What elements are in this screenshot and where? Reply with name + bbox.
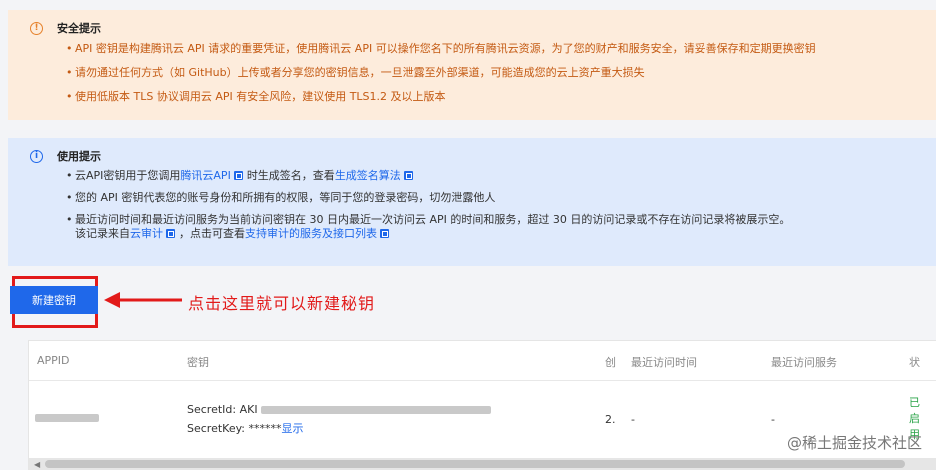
usage-notice-item: 云API密钥用于您调用腾讯云API 时生成签名，查看生成签名算法 <box>66 169 790 183</box>
external-link-icon <box>233 171 243 180</box>
header-created: 创 <box>605 356 616 369</box>
external-link-icon <box>403 171 413 180</box>
horizontal-scrollbar[interactable]: ◀ <box>29 458 936 470</box>
scroll-left-icon[interactable]: ◀ <box>34 460 40 469</box>
exclamation-circle-icon: ! <box>30 21 43 35</box>
usage-notice-item: 您的 API 密钥代表您的账号身份和所拥有的权限，等同于您的登录密码，切勿泄露他… <box>66 191 790 205</box>
security-notice-item: 使用低版本 TLS 协议调用云 API 有安全风险，建议使用 TLS1.2 及以… <box>66 90 816 104</box>
usage-notice-list: 云API密钥用于您调用腾讯云API 时生成签名，查看生成签名算法 您的 API 密… <box>66 169 790 249</box>
header-key: 密钥 <box>187 356 209 369</box>
usage-notice: i 使用提示 云API密钥用于您调用腾讯云API 时生成签名，查看生成签名算法 您… <box>8 138 936 266</box>
watermark: @稀土掘金技术社区 <box>786 434 922 452</box>
usage-notice-header: i 使用提示 <box>30 148 101 164</box>
security-notice-item: 请勿通过任何方式（如 GitHub）上传或者分享您的密钥信息，一旦泄露至外部渠道… <box>66 66 816 80</box>
secret-key: SecretKey: ******显示 <box>187 420 304 436</box>
header-last-access-time: 最近访问时间 <box>631 356 697 369</box>
security-notice-list: API 密钥是构建腾讯云 API 请求的重要凭证，使用腾讯云 API 可以操作您… <box>66 42 816 114</box>
header-last-access-service: 最近访问服务 <box>771 356 837 369</box>
last-access-service: - <box>771 413 775 426</box>
usage-text: 时生成签名，查看 <box>246 169 335 182</box>
usage-notice-item: 最近访问时间和最近访问服务为当前访问密钥在 30 日内最近一次访问云 API 的… <box>66 213 790 241</box>
external-link-icon <box>380 229 389 238</box>
secret-id-label: SecretId: AKI <box>187 403 258 416</box>
annotation-text: 点击这里就可以新建秘钥 <box>188 294 376 313</box>
secret-id-blurred <box>261 406 492 414</box>
created-time: 2. <box>605 413 616 426</box>
security-notice-title: 安全提示 <box>57 22 101 35</box>
security-notice: ! 安全提示 API 密钥是构建腾讯云 API 请求的重要凭证，使用腾讯云 AP… <box>8 10 936 120</box>
table-header: APPID 密钥 创 最近访问时间 最近访问服务 状 <box>29 341 936 381</box>
usage-text: 该记录来自 <box>75 227 130 240</box>
signature-algorithm-link[interactable]: 生成签名算法 <box>335 169 401 182</box>
header-status: 状 <box>909 356 920 369</box>
cloud-audit-link[interactable]: 云审计 <box>130 227 163 240</box>
info-circle-icon: i <box>30 149 43 163</box>
tencent-cloud-api-link[interactable]: 腾讯云API <box>180 169 230 182</box>
new-key-button[interactable]: 新建密钥 <box>10 286 98 314</box>
usage-text: 云API密钥用于您调用 <box>75 169 181 182</box>
usage-text: ，点击可查看 <box>179 227 245 240</box>
external-link-icon <box>166 229 175 238</box>
secret-id: SecretId: AKI <box>187 403 492 416</box>
header-appid: APPID <box>37 354 70 367</box>
secret-key-label: SecretKey: ****** <box>187 422 282 435</box>
arrow-left-icon <box>104 292 182 308</box>
audit-services-link[interactable]: 支持审计的服务及接口列表 <box>245 227 377 240</box>
last-access-time: - <box>631 413 635 426</box>
scrollbar-thumb[interactable] <box>45 460 905 468</box>
usage-text: 最近访问时间和最近访问服务为当前访问密钥在 30 日内最近一次访问云 API 的… <box>75 213 791 226</box>
appid-blurred <box>35 411 99 424</box>
security-notice-header: ! 安全提示 <box>30 20 101 36</box>
security-notice-item: API 密钥是构建腾讯云 API 请求的重要凭证，使用腾讯云 API 可以操作您… <box>66 42 816 56</box>
usage-notice-title: 使用提示 <box>57 150 101 163</box>
show-secret-key-link[interactable]: 显示 <box>282 422 304 435</box>
